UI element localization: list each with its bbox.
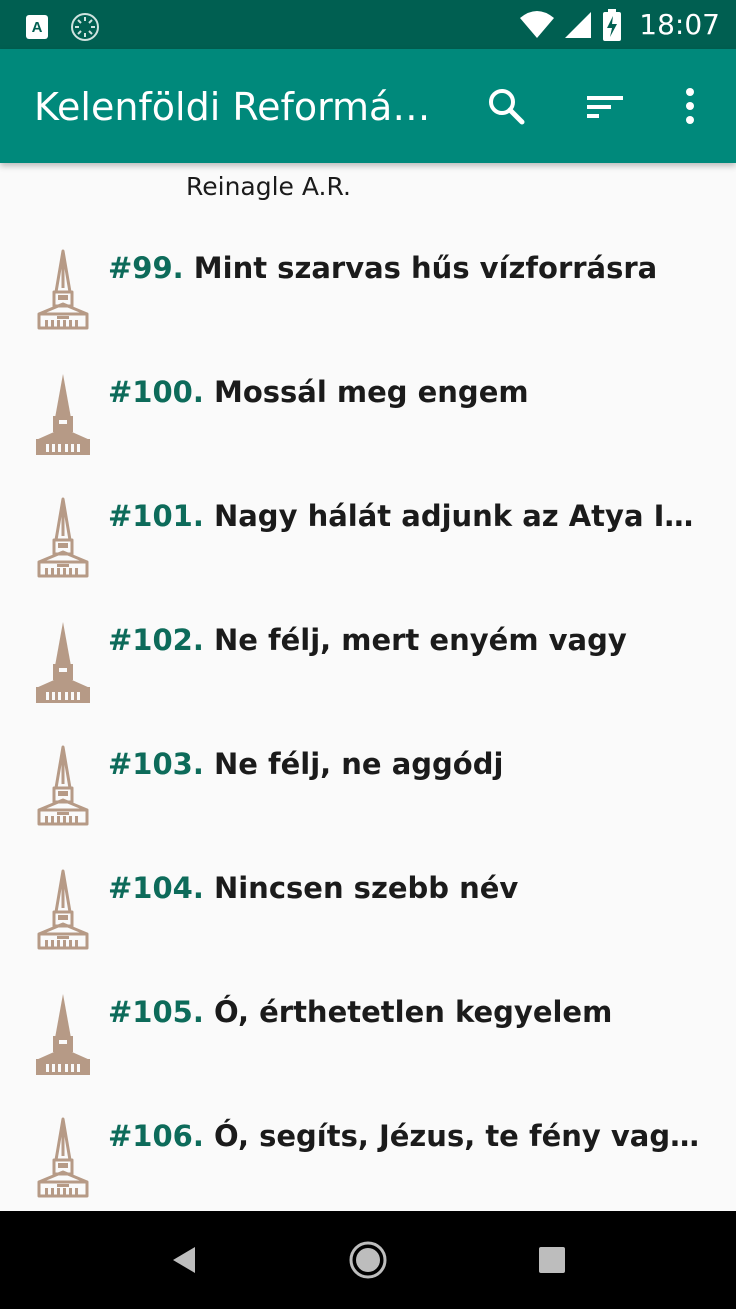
status-clock: 18:07 xyxy=(639,8,720,41)
song-row[interactable]: #106. Ó, segíts, Jézus, te fény vagy és … xyxy=(0,1116,736,1211)
song-title-text: Nincsen szebb név xyxy=(213,871,519,905)
song-row-partial[interactable]: Reinagle A.R. xyxy=(0,163,736,203)
song-title: #104. Nincsen szebb név xyxy=(108,868,704,908)
more-vert-icon[interactable] xyxy=(668,84,712,128)
song-list: Reinagle A.R. #99. Mint szarvas hűs vízf… xyxy=(0,163,736,1211)
song-title: #99. Mint szarvas hűs vízforrásra xyxy=(108,248,704,288)
app-bar: Kelenföldi Reformátusok xyxy=(0,49,736,163)
song-title: #106. Ó, segíts, Jézus, te fény vagy és … xyxy=(108,1116,704,1156)
battery-charging-icon xyxy=(603,8,622,41)
song-title: #101. Nagy hálát adjunk az Atya Istennek xyxy=(108,496,704,536)
a-notification-icon: A xyxy=(26,15,48,39)
church-icon xyxy=(37,1117,89,1198)
home-icon[interactable] xyxy=(343,1235,393,1285)
song-title: #100. Mossál meg engem xyxy=(108,372,704,412)
song-row[interactable]: #105. Ó, érthetetlen kegyelem xyxy=(0,992,736,1116)
song-number: #105. xyxy=(108,995,204,1029)
song-row[interactable]: #100. Mossál meg engem xyxy=(0,372,736,496)
song-number: #104. xyxy=(108,871,204,905)
status-bar-right: 18:07 xyxy=(519,8,720,41)
signal-icon xyxy=(565,11,592,38)
navigation-bar xyxy=(0,1211,736,1309)
back-icon[interactable] xyxy=(159,1235,209,1285)
search-icon[interactable] xyxy=(484,84,528,128)
song-number: #103. xyxy=(108,747,204,781)
song-title-text: Ó, segíts, Jézus, te fény vagy és élet xyxy=(213,1119,704,1153)
church-icon xyxy=(36,994,90,1075)
church-icon xyxy=(37,869,89,950)
song-title-text: Nagy hálát adjunk az Atya Istennek xyxy=(213,499,704,533)
song-row[interactable]: #99. Mint szarvas hűs vízforrásra xyxy=(0,248,736,372)
church-icon xyxy=(37,497,89,578)
song-title: #103. Ne félj, ne aggódj xyxy=(108,744,704,784)
song-row[interactable]: #102. Ne félj, mert enyém vagy xyxy=(0,620,736,744)
app-title: Kelenföldi Reformátusok xyxy=(34,85,434,129)
church-icon xyxy=(36,374,90,455)
song-number: #106. xyxy=(108,1119,204,1153)
song-title-text: Ne félj, mert enyém vagy xyxy=(213,623,627,657)
song-row[interactable]: #101. Nagy hálát adjunk az Atya Istennek xyxy=(0,496,736,620)
church-icon xyxy=(37,745,89,826)
song-row[interactable]: #103. Ne félj, ne aggódj xyxy=(0,744,736,868)
sort-icon[interactable] xyxy=(583,84,627,128)
church-icon xyxy=(36,622,90,703)
wifi-icon xyxy=(520,10,555,38)
song-title-text: Mossál meg engem xyxy=(213,375,529,409)
song-title: #102. Ne félj, mert enyém vagy xyxy=(108,620,704,660)
song-title-text: Mint szarvas hűs vízforrásra xyxy=(193,251,658,285)
song-number: #99. xyxy=(108,251,184,285)
song-title-text: Ne félj, ne aggódj xyxy=(213,747,504,781)
song-row[interactable]: #104. Nincsen szebb név xyxy=(0,868,736,992)
song-number: #100. xyxy=(108,375,204,409)
song-title: #105. Ó, érthetetlen kegyelem xyxy=(108,992,704,1032)
song-number: #102. xyxy=(108,623,204,657)
recents-icon[interactable] xyxy=(527,1235,577,1285)
church-icon xyxy=(37,249,89,330)
sync-icon xyxy=(71,13,99,41)
song-number: #101. xyxy=(108,499,204,533)
status-bar: A 18:07 xyxy=(0,0,736,49)
song-title-text: Ó, érthetetlen kegyelem xyxy=(213,995,613,1029)
status-bar-left: A xyxy=(26,12,100,42)
song-subtitle: Reinagle A.R. xyxy=(186,172,351,201)
